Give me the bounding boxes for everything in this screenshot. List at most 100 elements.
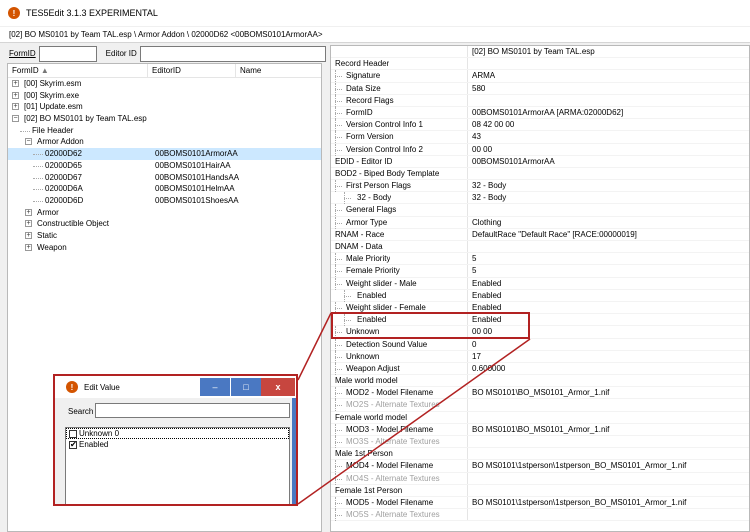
tree-row[interactable]: + [00] Skyrim.esm <box>8 78 321 90</box>
checkbox-checked[interactable]: ✔ <box>69 441 77 449</box>
tree-row[interactable]: + Static <box>8 230 321 242</box>
record-field-value[interactable]: ARMA <box>472 70 495 82</box>
record-field-value[interactable]: DefaultRace "Default Race" [RACE:0000001… <box>472 229 637 241</box>
record-row[interactable]: Female 1st Person <box>331 484 749 497</box>
record-row[interactable]: EDID - Editor ID 00BOMS0101ArmorAA <box>331 155 749 168</box>
record-field-value[interactable]: BO MS0101\1stperson\1stperson_BO_MS0101_… <box>472 460 686 472</box>
expand-icon[interactable]: + <box>25 208 32 216</box>
tree-row[interactable]: 02000D65 00BOMS0101HairAA <box>8 160 321 172</box>
dialog-title: Edit Value <box>84 382 120 392</box>
record-row[interactable]: First Person Flags 32 - Body <box>331 180 749 193</box>
column-name[interactable]: Name <box>236 64 321 77</box>
checkbox-unchecked[interactable] <box>69 430 77 438</box>
record-row[interactable]: Record Header <box>331 58 749 71</box>
tree-row[interactable]: + Weapon <box>8 242 321 254</box>
record-row[interactable]: MO2S - Alternate Textures <box>331 399 749 412</box>
record-row[interactable]: RNAM - Race DefaultRace "Default Race" [R… <box>331 228 749 241</box>
record-rows: Record Header Signature ARMA Data Size 580 Re… <box>331 58 749 522</box>
record-field-value[interactable]: 08 42 00 00 <box>472 119 514 131</box>
collapse-icon[interactable]: − <box>25 138 32 146</box>
tree-row[interactable]: 02000D62 00BOMS0101ArmorAA <box>8 148 321 160</box>
record-field-value[interactable]: 00BOMS0101ArmorAA [ARMA:02000D62] <box>472 107 623 119</box>
tree-row[interactable]: − [02] BO MS0101 by Team TAL.esp <box>8 113 321 125</box>
tree-row[interactable]: + [01] Update.esm <box>8 101 321 113</box>
dialog-search-input[interactable] <box>95 403 290 418</box>
record-row[interactable]: Version Control Info 2 00 00 <box>331 143 749 156</box>
record-field-value[interactable]: BO MS0101\BO_MS0101_Armor_1.nif <box>472 387 609 399</box>
record-row[interactable]: Enabled Enabled <box>331 289 749 302</box>
record-field-value[interactable]: 43 <box>472 131 481 143</box>
record-field-value[interactable]: 00 00 <box>472 144 492 156</box>
record-row[interactable]: Female Priority 5 <box>331 265 749 278</box>
tree-row[interactable]: + Armor <box>8 207 321 219</box>
record-row[interactable]: BOD2 - Biped Body Template <box>331 167 749 181</box>
record-view[interactable]: [02] BO MS0101 by Team TAL.esp Record He… <box>330 45 750 532</box>
record-row[interactable]: Armor Type Clothing <box>331 216 749 229</box>
record-field-value[interactable]: 00BOMS0101ArmorAA <box>472 156 555 168</box>
record-row[interactable]: MOD3 - Model Filename BO MS0101\BO_MS0101… <box>331 423 749 436</box>
expand-icon[interactable]: + <box>12 103 19 111</box>
record-row[interactable]: Weapon Adjust 0.600000 <box>331 362 749 376</box>
record-field-value[interactable]: 32 - Body <box>472 180 506 192</box>
record-file-column[interactable]: [02] BO MS0101 by Team TAL.esp <box>472 46 595 58</box>
tree-row[interactable]: File Header <box>8 125 321 137</box>
record-row[interactable]: DNAM - Data <box>331 241 749 254</box>
record-row[interactable]: Male 1st Person <box>331 448 749 461</box>
record-field-value[interactable]: Clothing <box>472 217 501 229</box>
record-field-value[interactable]: 0.600000 <box>472 363 505 375</box>
tree-row[interactable]: 02000D67 00BOMS0101HandsAA <box>8 172 321 184</box>
record-field-value[interactable]: 5 <box>472 265 476 277</box>
close-button[interactable]: x <box>261 378 295 396</box>
record-field-value[interactable]: 580 <box>472 83 485 95</box>
record-field-value[interactable]: BO MS0101\1stperson\1stperson_BO_MS0101_… <box>472 497 686 509</box>
tree-row[interactable]: + [00] Skyrim.exe <box>8 90 321 102</box>
record-field-value[interactable]: 17 <box>472 351 481 363</box>
record-row[interactable]: Female world model <box>331 411 749 424</box>
record-row[interactable]: 32 - Body 32 - Body <box>331 192 749 205</box>
expand-icon[interactable]: + <box>25 220 32 228</box>
record-row[interactable]: Version Control Info 1 08 42 00 00 <box>331 119 749 132</box>
collapse-icon[interactable]: − <box>12 115 19 123</box>
tree-row[interactable]: 02000D6A 00BOMS0101HelmAA <box>8 183 321 195</box>
record-row[interactable]: MO4S - Alternate Textures <box>331 472 749 485</box>
record-row[interactable]: Signature ARMA <box>331 70 749 83</box>
record-row[interactable]: MOD4 - Model Filename BO MS0101\1stperson… <box>331 460 749 473</box>
editorid-filter-input[interactable] <box>139 45 326 62</box>
record-row[interactable]: MOD5 - Model Filename BO MS0101\1stperson… <box>331 496 749 510</box>
record-field-value[interactable]: BO MS0101\BO_MS0101_Armor_1.nif <box>472 424 609 436</box>
record-field-label: Unknown <box>346 351 380 361</box>
record-row[interactable]: MO3S - Alternate Textures <box>331 436 749 449</box>
tree-row[interactable]: + Constructible Object <box>8 218 321 230</box>
record-row[interactable]: FormID 00BOMS0101ArmorAA [ARMA:02000D62] <box>331 106 749 120</box>
tree-row[interactable]: 02000D6D 00BOMS0101ShoesAA <box>8 195 321 207</box>
record-row[interactable]: General Flags <box>331 204 749 217</box>
record-row[interactable]: Weight slider - Male Enabled <box>331 277 749 290</box>
record-row[interactable]: Unknown 17 <box>331 350 749 363</box>
record-field-value[interactable]: Enabled <box>472 278 501 290</box>
expand-icon[interactable]: + <box>12 91 19 99</box>
expand-icon[interactable]: + <box>25 243 32 251</box>
expand-icon[interactable]: + <box>12 80 19 87</box>
record-field-value[interactable]: 32 - Body <box>472 192 506 204</box>
formid-filter-input[interactable] <box>38 45 97 62</box>
record-field-value[interactable]: Enabled <box>472 290 501 302</box>
minimize-button[interactable]: – <box>200 378 230 396</box>
expand-icon[interactable]: + <box>25 231 32 239</box>
record-row[interactable]: Detection Sound Value 0 <box>331 338 749 351</box>
record-row[interactable]: MOD2 - Model Filename BO MS0101\BO_MS0101… <box>331 387 749 400</box>
record-field-value[interactable]: 5 <box>472 253 476 265</box>
record-row[interactable]: Male world model <box>331 375 749 388</box>
record-field-value[interactable]: 0 <box>472 339 476 351</box>
record-row[interactable]: Data Size 580 <box>331 82 749 95</box>
tree-row[interactable]: − Armor Addon <box>8 136 321 148</box>
column-editorid[interactable]: EditorID <box>148 64 236 77</box>
record-row[interactable]: Record Flags <box>331 94 749 107</box>
record-row[interactable]: Male Priority 5 <box>331 253 749 266</box>
flag-item-unknown-0[interactable]: Unknown 0 <box>66 428 289 439</box>
record-row[interactable]: MO5S - Alternate Textures <box>331 509 749 522</box>
dialog-title-bar[interactable]: ! Edit Value – □ x <box>55 376 296 398</box>
column-formid[interactable]: FormID ▲ <box>8 64 148 77</box>
maximize-button[interactable]: □ <box>231 378 261 396</box>
record-row[interactable]: Form Version 43 <box>331 131 749 144</box>
flag-item-enabled[interactable]: ✔ Enabled <box>66 439 289 450</box>
